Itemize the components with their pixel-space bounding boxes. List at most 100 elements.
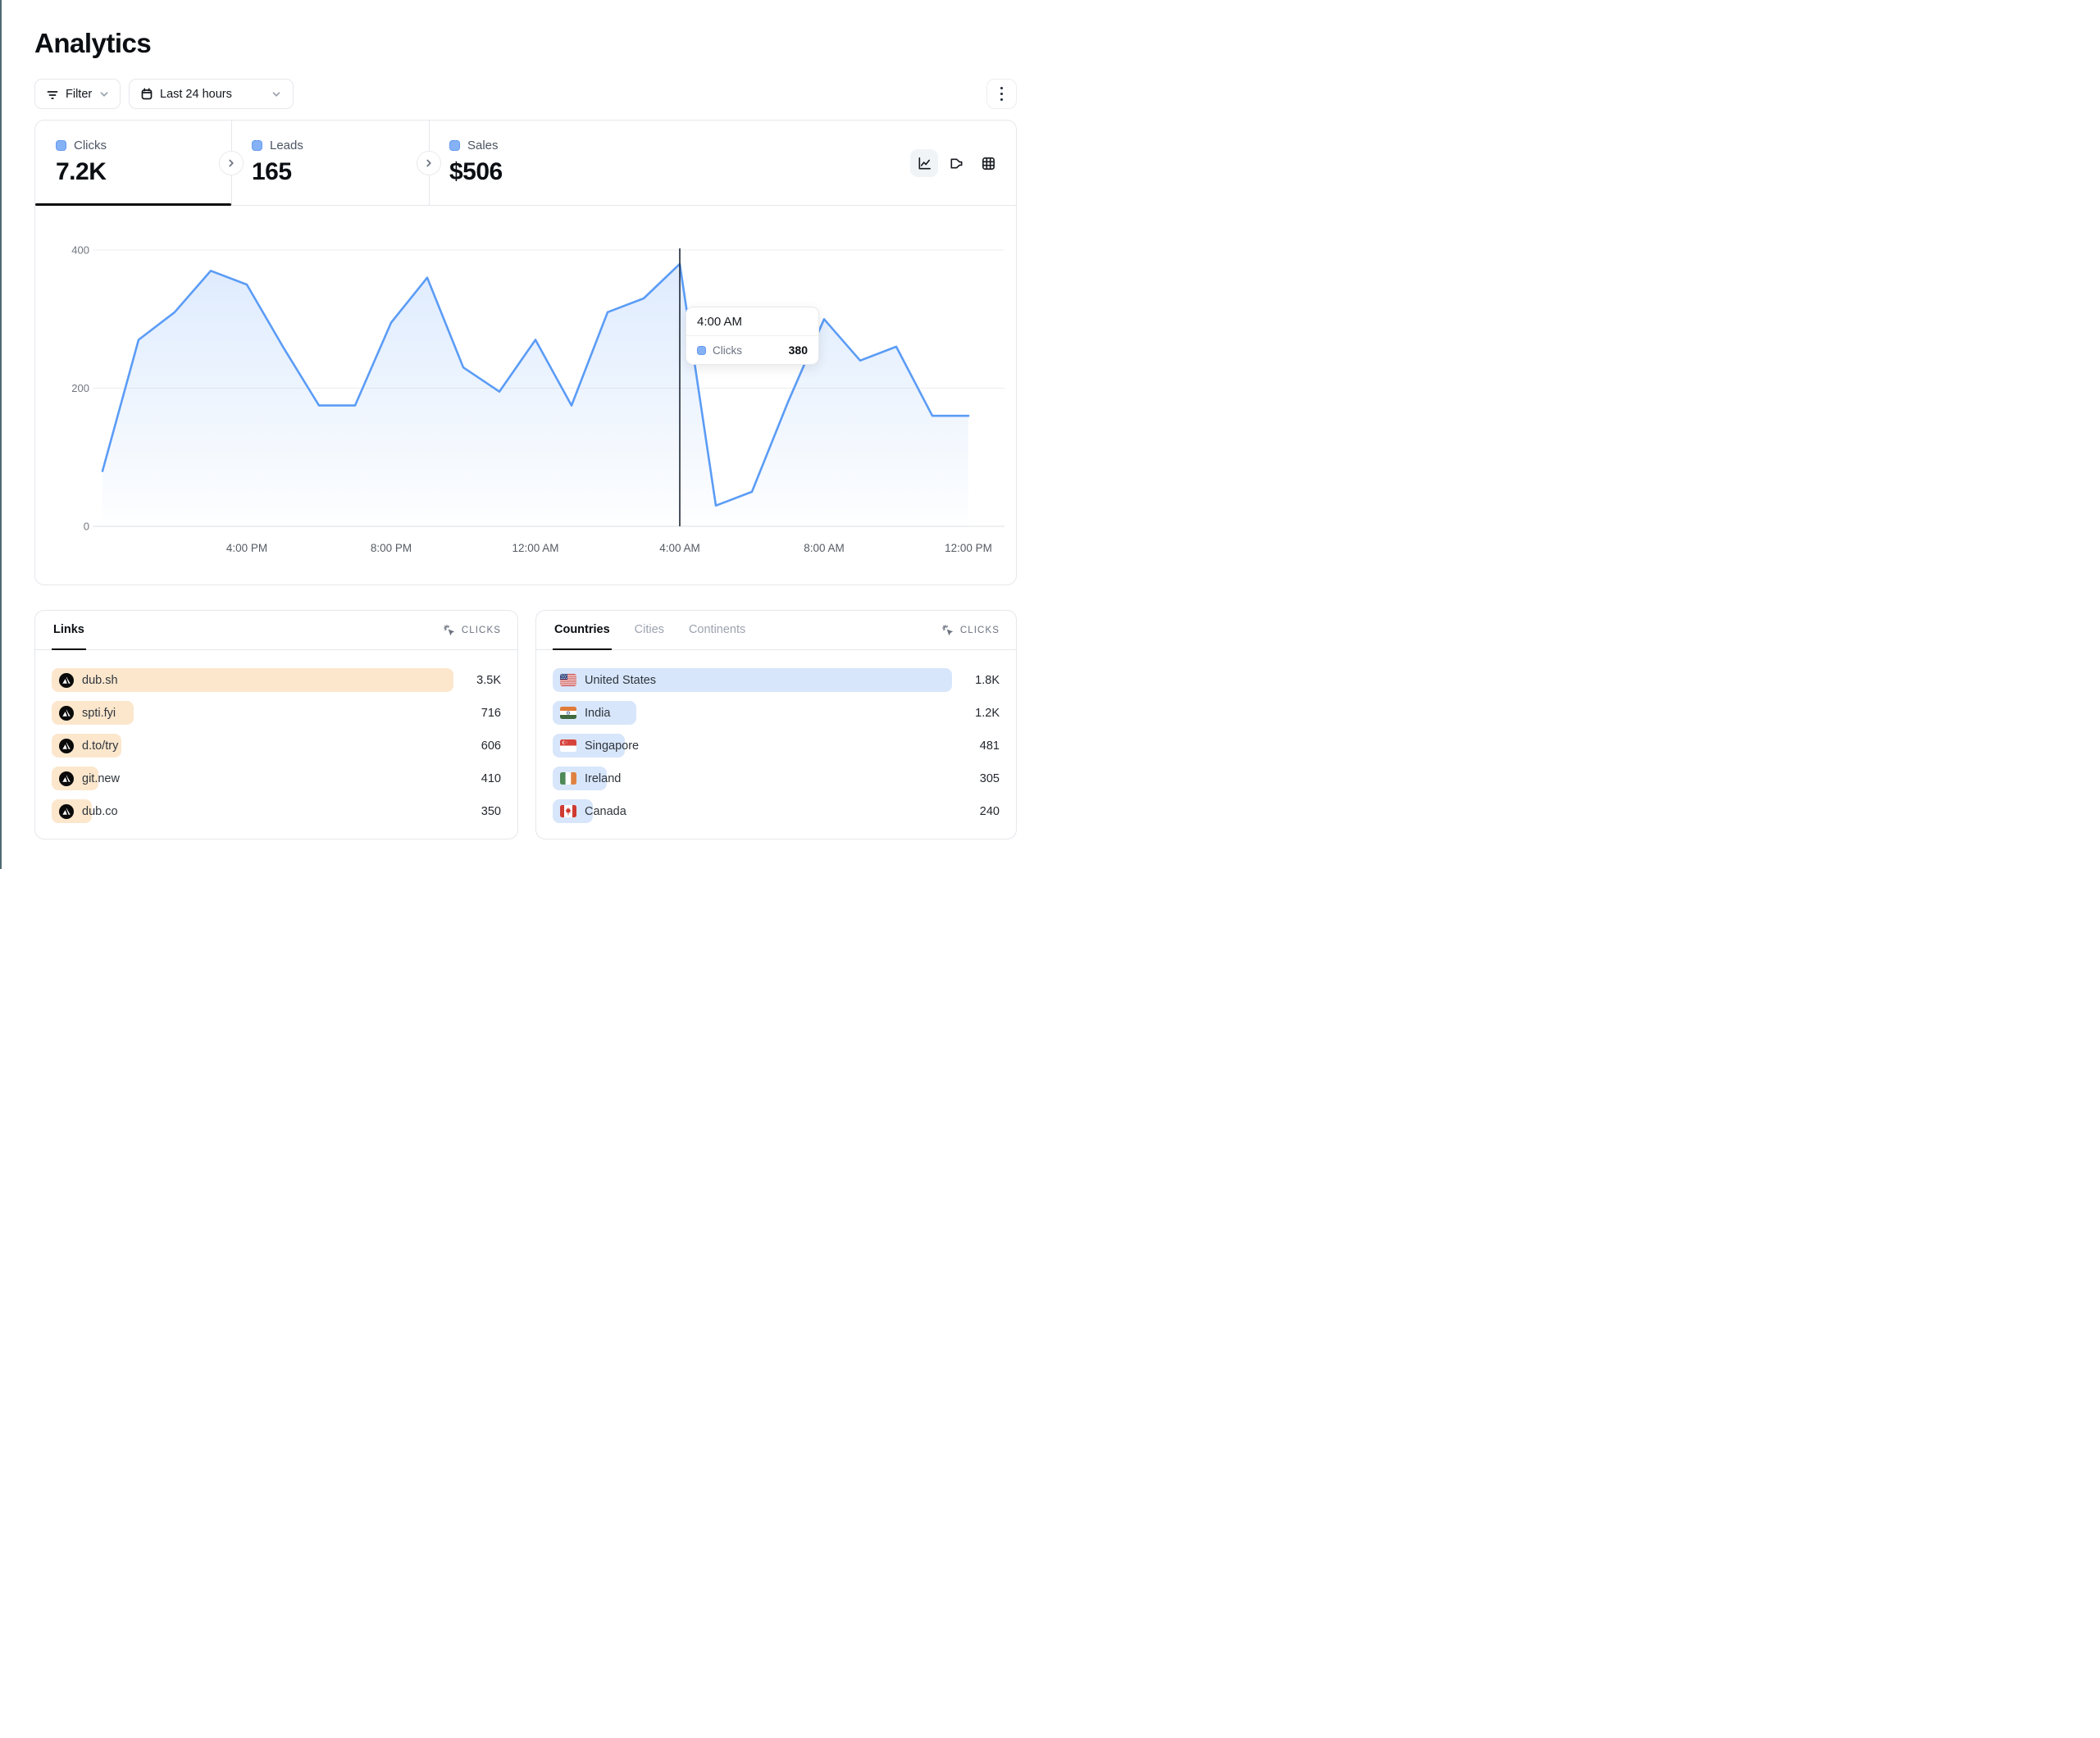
line-chart-view-button[interactable] bbox=[910, 149, 938, 177]
country-value: 305 bbox=[952, 772, 1000, 785]
leads-legend-chip-icon bbox=[252, 140, 262, 151]
dub-logo-icon bbox=[59, 673, 74, 688]
link-label: d.to/try bbox=[82, 739, 118, 753]
dub-logo-icon bbox=[59, 706, 74, 721]
country-value: 240 bbox=[952, 805, 1000, 818]
table-grid-icon bbox=[981, 156, 996, 171]
stats-tabs-row: Clicks 7.2K Leads 165 Sales $506 bbox=[35, 121, 1016, 206]
dub-logo-icon bbox=[59, 804, 74, 819]
link-label: spti.fyi bbox=[82, 707, 116, 720]
country-row[interactable]: Singapore 481 bbox=[553, 734, 1000, 758]
page-left-accent-strip bbox=[0, 0, 2, 869]
tab-sales-value: $506 bbox=[449, 158, 626, 186]
date-range-button[interactable]: Last 24 hours bbox=[129, 79, 294, 109]
links-metric-selector[interactable]: CLICKS bbox=[443, 611, 501, 649]
link-row[interactable]: spti.fyi 716 bbox=[52, 701, 501, 725]
tooltip-time: 4:00 AM bbox=[686, 307, 818, 335]
country-label: Ireland bbox=[585, 772, 621, 785]
svg-text:12:00 AM: 12:00 AM bbox=[512, 542, 558, 554]
link-label: dub.sh bbox=[82, 674, 118, 687]
filter-button-label: Filter bbox=[66, 88, 92, 101]
link-row[interactable]: dub.co 350 bbox=[52, 799, 501, 823]
tab-links[interactable]: Links bbox=[52, 611, 86, 650]
kebab-menu-icon bbox=[1000, 87, 1004, 102]
tab-sales-label: Sales bbox=[467, 139, 499, 152]
link-label: git.new bbox=[82, 772, 120, 785]
flag-singapore-icon bbox=[560, 739, 576, 752]
link-row[interactable]: git.new 410 bbox=[52, 767, 501, 790]
country-label: Canada bbox=[585, 805, 626, 818]
clicks-legend-chip-icon bbox=[697, 346, 706, 355]
sales-legend-chip-icon bbox=[449, 140, 460, 151]
tooltip-series-value: 380 bbox=[789, 344, 808, 357]
tab-clicks[interactable]: Clicks 7.2K bbox=[35, 121, 231, 206]
svg-text:400: 400 bbox=[71, 244, 89, 257]
dub-logo-icon bbox=[59, 739, 74, 753]
chart-tooltip: 4:00 AM Clicks 380 bbox=[686, 307, 819, 365]
date-range-label: Last 24 hours bbox=[160, 88, 232, 101]
filter-button[interactable]: Filter bbox=[34, 79, 121, 109]
tab-clicks-label: Clicks bbox=[74, 139, 107, 152]
page-title: Analytics bbox=[34, 28, 151, 59]
table-view-button[interactable] bbox=[974, 149, 1002, 177]
flag-united-states-icon bbox=[560, 674, 576, 686]
link-label: dub.co bbox=[82, 805, 118, 818]
tab-leads-value: 165 bbox=[252, 158, 429, 186]
link-value: 350 bbox=[453, 805, 501, 818]
country-label: United States bbox=[585, 674, 656, 687]
link-row[interactable]: d.to/try 606 bbox=[52, 734, 501, 758]
y-axis-labels: 400 200 0 bbox=[71, 244, 89, 533]
tab-continents[interactable]: Continents bbox=[687, 611, 747, 650]
country-row[interactable]: United States 1.8K bbox=[553, 668, 1000, 692]
tab-sales[interactable]: Sales $506 bbox=[429, 121, 626, 206]
chevron-right-icon bbox=[225, 157, 237, 169]
clicks-area bbox=[102, 264, 968, 526]
dub-logo-icon bbox=[59, 771, 74, 786]
analytics-card: Clicks 7.2K Leads 165 Sales $506 bbox=[34, 120, 1017, 585]
tab-countries[interactable]: Countries bbox=[553, 611, 612, 650]
chevron-down-icon bbox=[98, 89, 110, 100]
svg-text:200: 200 bbox=[71, 382, 89, 394]
country-row[interactable]: India 1.2K bbox=[553, 701, 1000, 725]
country-value: 481 bbox=[952, 739, 1000, 753]
expand-sales-button[interactable] bbox=[417, 151, 441, 175]
flag-india-icon bbox=[560, 707, 576, 719]
svg-text:8:00 PM: 8:00 PM bbox=[371, 542, 412, 554]
tab-leads[interactable]: Leads 165 bbox=[231, 121, 429, 206]
calendar-icon bbox=[140, 88, 153, 101]
chevron-down-icon bbox=[271, 89, 282, 100]
svg-text:8:00 AM: 8:00 AM bbox=[804, 542, 845, 554]
more-options-button[interactable] bbox=[986, 79, 1017, 109]
filter-lines-icon bbox=[46, 88, 59, 101]
tab-clicks-value: 7.2K bbox=[56, 158, 231, 186]
expand-leads-button[interactable] bbox=[219, 151, 244, 175]
funnel-chart-icon bbox=[949, 156, 964, 171]
svg-text:4:00 AM: 4:00 AM bbox=[659, 542, 700, 554]
link-value: 716 bbox=[453, 707, 501, 720]
flag-canada-icon bbox=[560, 805, 576, 817]
flag-ireland-icon bbox=[560, 772, 576, 785]
svg-text:0: 0 bbox=[84, 521, 89, 533]
country-row[interactable]: Ireland 305 bbox=[553, 767, 1000, 790]
cursor-click-icon bbox=[941, 624, 954, 637]
country-label: India bbox=[585, 707, 610, 720]
chart-view-switcher bbox=[910, 149, 1002, 177]
x-axis-labels: 4:00 PM 8:00 PM 12:00 AM 4:00 AM 8:00 AM… bbox=[226, 542, 992, 554]
svg-text:12:00 PM: 12:00 PM bbox=[945, 542, 992, 554]
link-row[interactable]: dub.sh 3.5K bbox=[52, 668, 501, 692]
country-row[interactable]: Canada 240 bbox=[553, 799, 1000, 823]
clicks-time-series-chart[interactable]: 400 200 0 4:00 PM 8:00 PM 12:00 AM 4:00 … bbox=[35, 206, 1018, 586]
countries-panel: Countries Cities Continents CLICKS bbox=[535, 610, 1017, 839]
link-value: 3.5K bbox=[453, 674, 501, 687]
country-value: 1.8K bbox=[952, 674, 1000, 687]
tab-cities[interactable]: Cities bbox=[633, 611, 666, 650]
svg-text:4:00 PM: 4:00 PM bbox=[226, 542, 267, 554]
funnel-chart-view-button[interactable] bbox=[942, 149, 970, 177]
cursor-click-icon bbox=[443, 624, 456, 637]
clicks-legend-chip-icon bbox=[56, 140, 66, 151]
links-panel: Links CLICKS dub.sh 3.5K bbox=[34, 610, 518, 839]
countries-metric-label: CLICKS bbox=[960, 626, 1000, 635]
countries-metric-selector[interactable]: CLICKS bbox=[941, 611, 1000, 649]
chevron-right-icon bbox=[423, 157, 435, 169]
country-value: 1.2K bbox=[952, 707, 1000, 720]
